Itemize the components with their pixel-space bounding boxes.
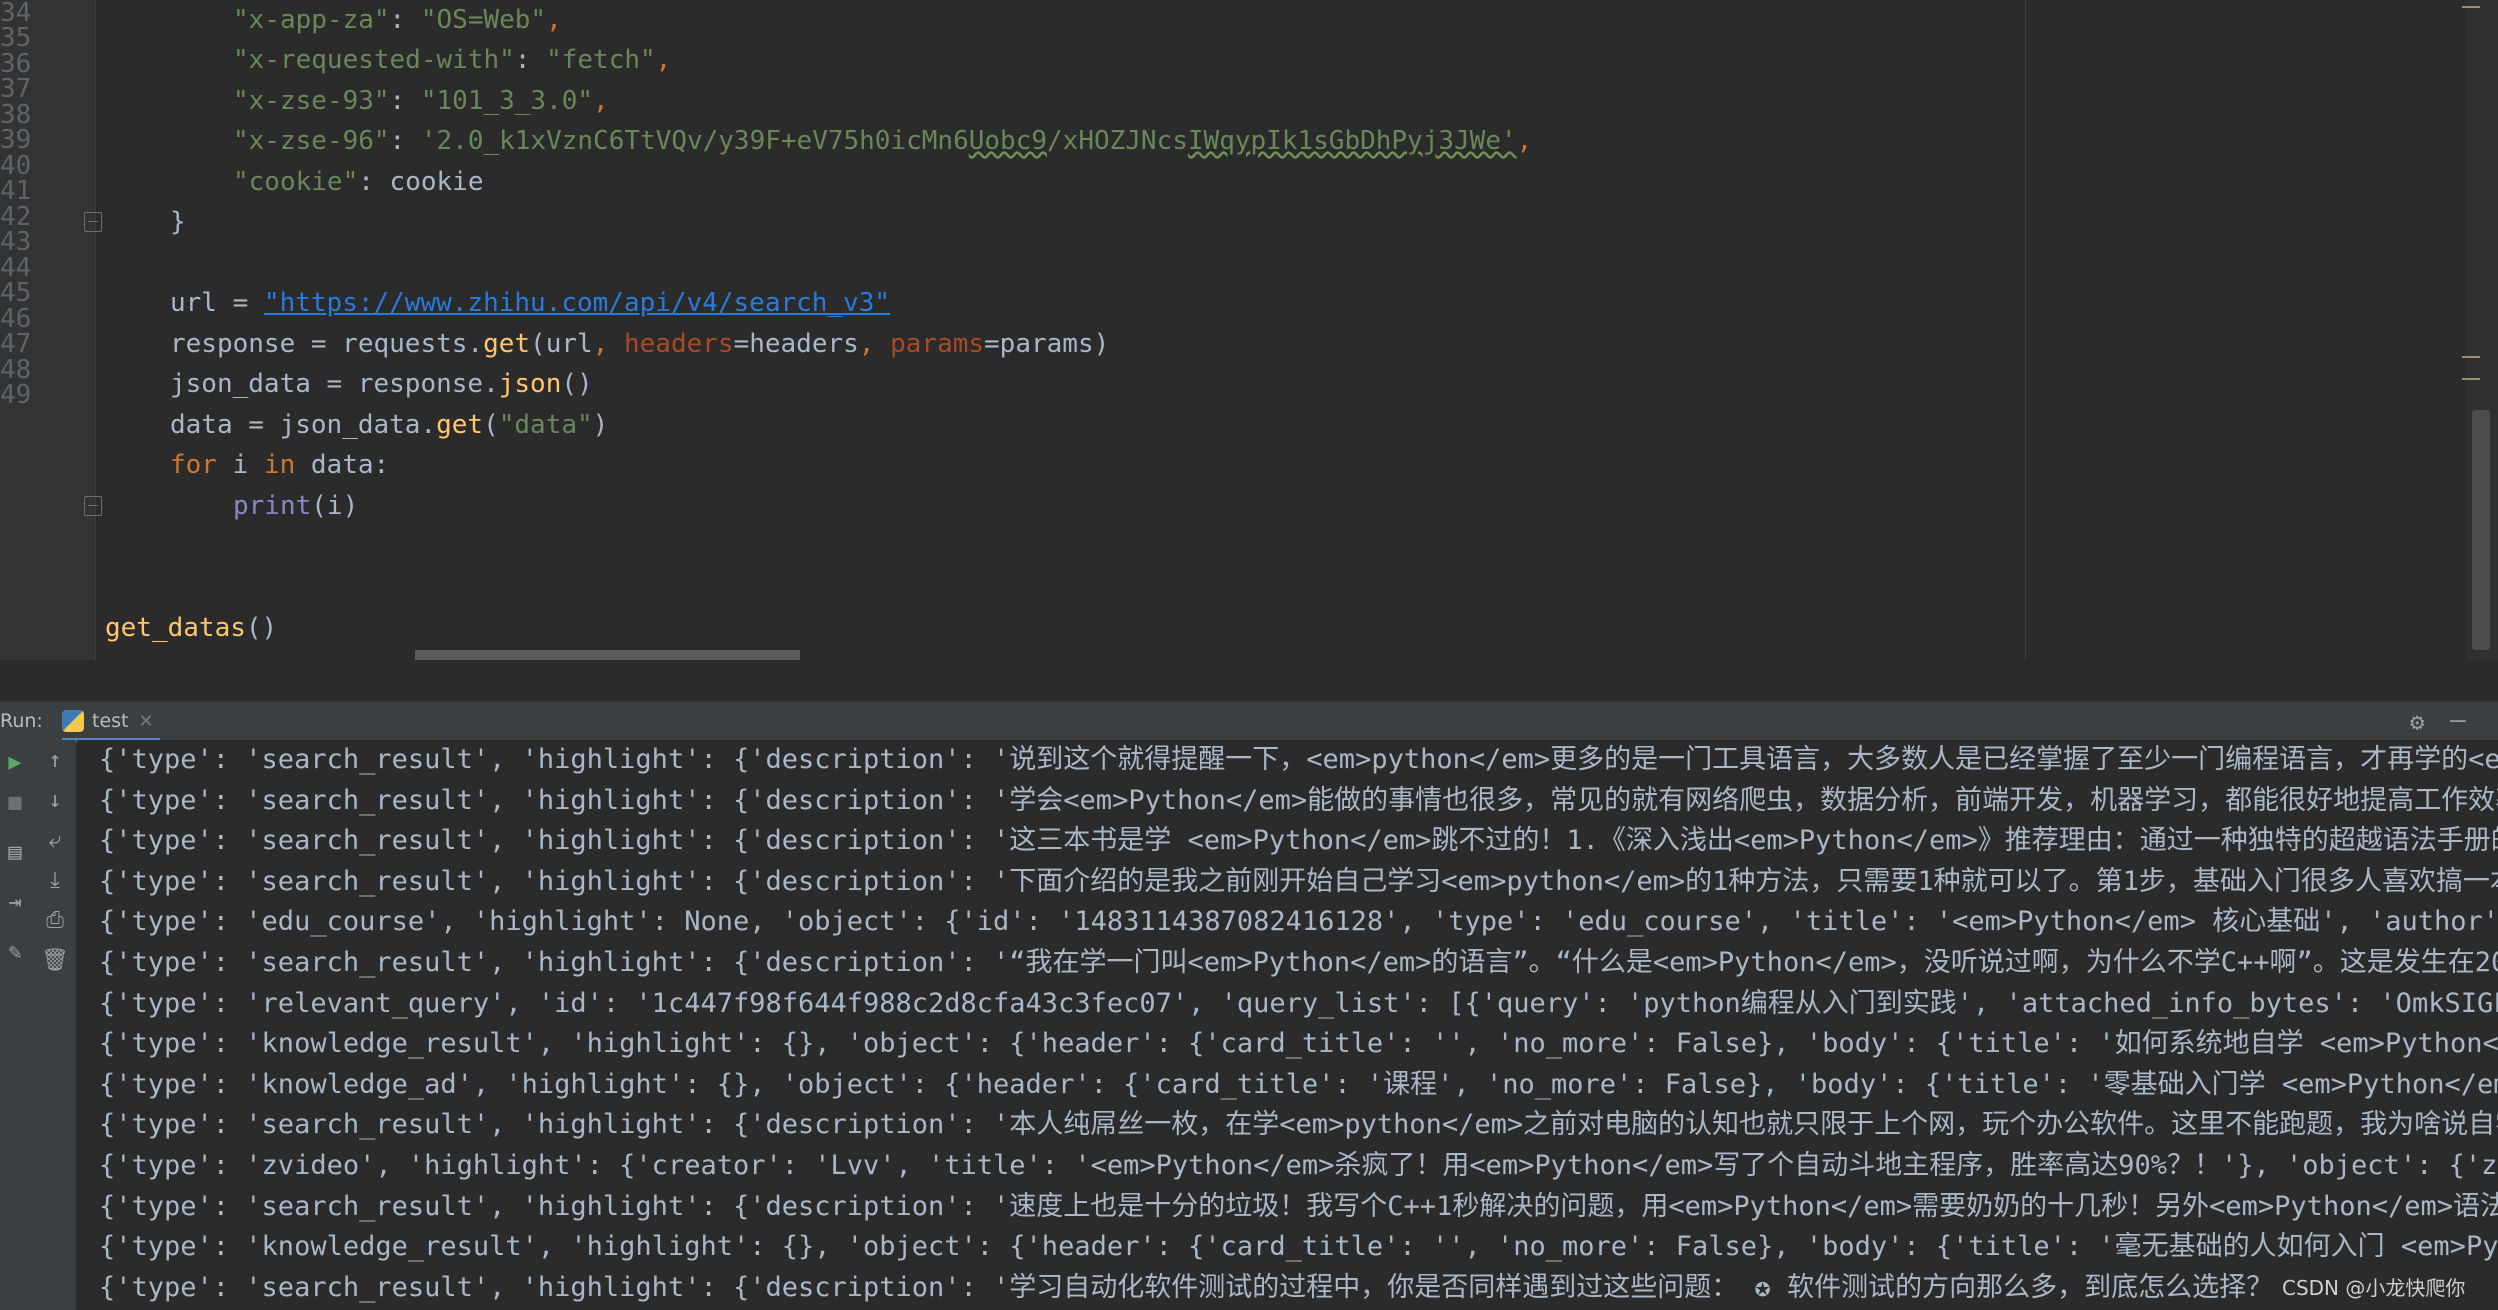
code-line-37: "x-zse-96": '2.0_k1xVznC6TtVQv/y39F+eV75… [233,126,1533,156]
python-icon [62,710,84,732]
code-line-49: get_datas() [105,613,278,643]
horizontal-scrollbar-thumb[interactable] [415,650,800,660]
print-icon[interactable]: ⎙ [40,908,70,933]
gear-icon[interactable]: ⚙ [2410,708,2424,736]
console-line: {'type': 'knowledge_result', 'highlight'… [99,1231,2498,1263]
error-stripe-mark[interactable] [2462,6,2480,8]
console-line: {'type': 'search_result', 'highlight': {… [99,744,2498,775]
console-line: {'type': 'search_result', 'highlight': {… [99,865,2498,897]
code-line-36: "x-zse-93": "101_3_3.0", [233,86,609,116]
watermark: CSDN @小龙快爬你 [2282,1276,2466,1300]
code-line-45: for i in data: [170,450,390,480]
line-number: 49 [0,380,32,410]
console-output[interactable]: {'type': 'search_result', 'highlight': {… [77,740,2498,1310]
console-line: {'type': 'search_result', 'highlight': {… [99,784,2498,816]
restore-layout-icon[interactable]: ⇥ [0,890,30,915]
code-line-41: url = "https://www.zhihu.com/api/v4/sear… [170,288,891,318]
console-line: {'type': 'search_result', 'highlight': {… [99,1190,2498,1222]
code-line-44: data = json_data.get("data") [170,410,609,440]
console-line: {'type': 'search_result', 'highlight': {… [99,1271,2274,1303]
close-icon[interactable]: ✕ [139,711,154,732]
console-line: {'type': 'edu_course', 'highlight': None… [99,906,2498,938]
line-number-gutter: 34 35 36 37 38 39 40 41 42 43 44 45 46 4… [0,0,102,660]
rerun-icon[interactable]: ▶ [0,750,30,775]
console-line: {'type': 'search_result', 'highlight': {… [99,825,2498,857]
scroll-to-end-icon[interactable]: ⤓ [40,868,70,893]
console-line: {'type': 'zvideo', 'highlight': {'creato… [99,1150,2498,1181]
error-stripe-mark[interactable] [2462,378,2480,380]
minimize-icon[interactable]: — [2450,705,2466,735]
code-line-35: "x-requested-with": "fetch", [233,45,672,75]
code-line-38: "cookie": cookie [233,167,484,197]
vertical-scrollbar-thumb[interactable] [2472,410,2490,650]
pin-icon[interactable]: ✎ [0,940,30,965]
soft-wrap-icon[interactable]: ⤶ [40,828,70,853]
right-margin-guide [2025,0,2026,660]
stop-icon[interactable]: ■ [0,790,30,815]
code-line-39: } [170,207,186,237]
arrow-up-icon[interactable]: ↑ [40,748,70,773]
fold-marker-icon[interactable] [84,496,102,516]
error-stripe-mark[interactable] [2462,356,2480,358]
console-line: {'type': 'search_result', 'highlight': {… [99,1109,2498,1141]
run-label: Run: [0,710,43,732]
code-line-46: print(i) [233,491,359,521]
trash-icon[interactable]: 🗑 [40,948,70,973]
code-line-42: response = requests.get(url, headers=hea… [170,329,1110,359]
console-line: {'type': 'relevant_query', 'id': '1c447f… [99,987,2498,1019]
run-tab-label: test [92,710,129,732]
console-line: {'type': 'search_result', 'highlight': {… [99,947,2498,978]
code-line-34: "x-app-za": "OS=Web", [233,5,562,35]
fold-marker-icon[interactable] [84,212,102,232]
code-editor[interactable]: 34 35 36 37 38 39 40 41 42 43 44 45 46 4… [0,0,2498,660]
run-panel-header: Run: test ✕ ⚙ — [0,700,2498,742]
code-line-43: json_data = response.json() [170,369,593,399]
arrow-down-icon[interactable]: ↓ [40,788,70,813]
run-tab-test[interactable]: test ✕ [62,706,154,736]
run-toolbar: ▶ ↑ ■ ↓ ⤶ ▤ ⤓ ⇥ ⎙ ✎ 🗑 [0,740,76,1310]
console-line: {'type': 'knowledge_result', 'highlight'… [99,1028,2498,1060]
layout-icon[interactable]: ▤ [0,840,30,865]
console-line: {'type': 'knowledge_ad', 'highlight': {}… [99,1068,2498,1100]
